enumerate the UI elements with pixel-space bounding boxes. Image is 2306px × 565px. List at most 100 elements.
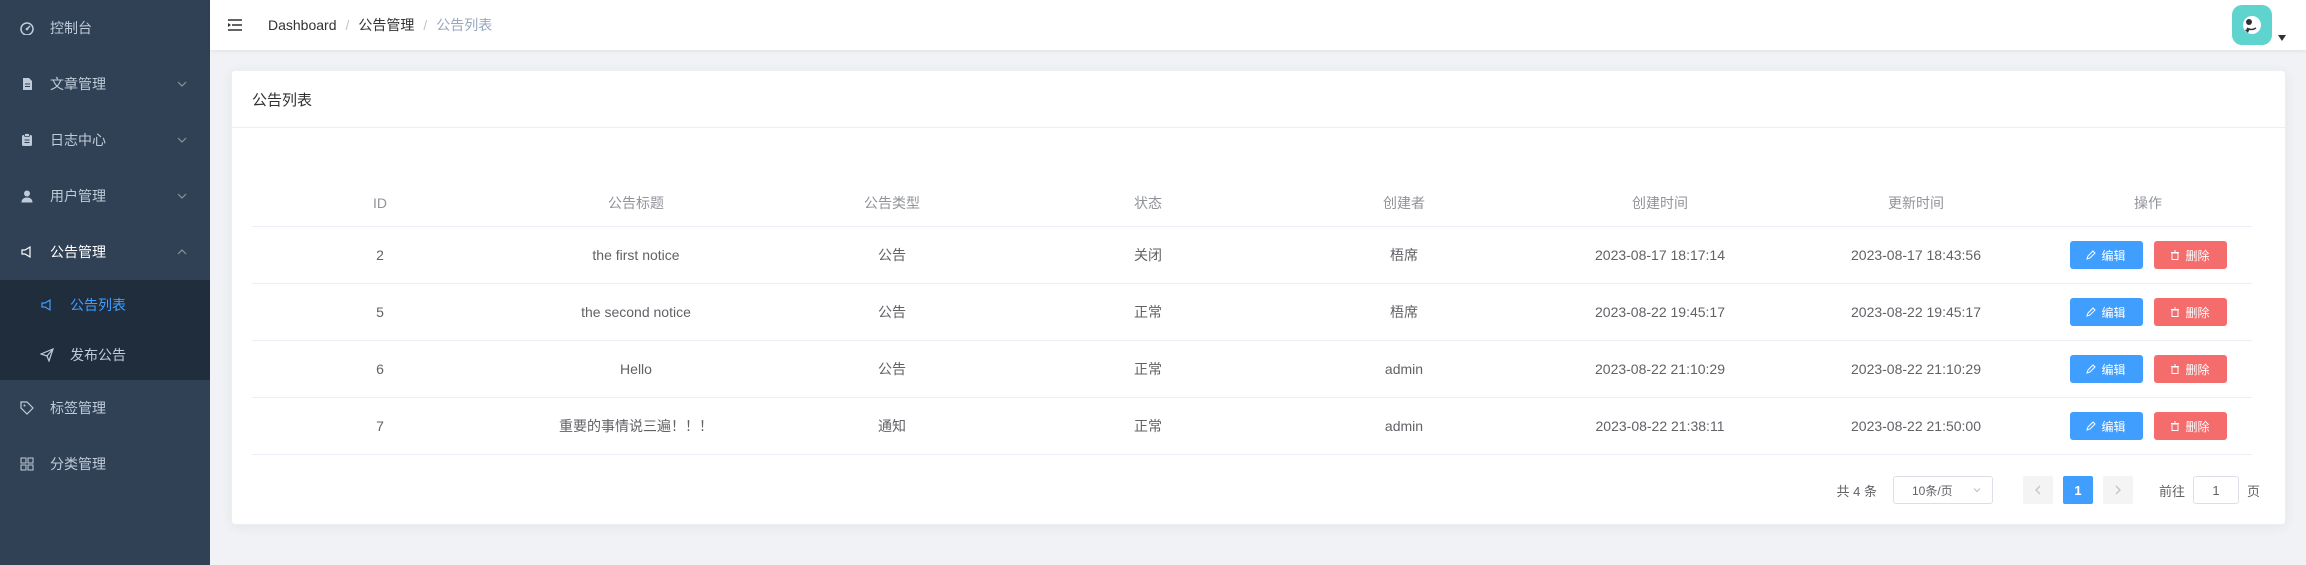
megaphone-icon bbox=[40, 298, 54, 312]
top-navbar: Dashboard / 公告管理 / 公告列表 bbox=[210, 0, 2306, 50]
breadcrumb-notices[interactable]: 公告管理 bbox=[358, 15, 414, 35]
delete-button[interactable]: 删除 bbox=[2153, 412, 2227, 440]
sidebar-item-label: 控制台 bbox=[50, 20, 92, 36]
cell-id: 6 bbox=[376, 361, 384, 377]
sidebar-item-label: 公告管理 bbox=[50, 244, 106, 260]
sidebar-item-tags[interactable]: 标签管理 bbox=[0, 380, 210, 436]
document-icon bbox=[20, 77, 34, 91]
chevron-left-icon bbox=[2035, 485, 2041, 495]
table-row: 2 the first notice 公告 关闭 梧席 2023-08-17 1… bbox=[252, 227, 2252, 284]
cell-title: Hello bbox=[620, 361, 652, 377]
edit-button[interactable]: 编辑 bbox=[2069, 412, 2143, 440]
cell-status: 正常 bbox=[1134, 304, 1162, 320]
delete-button[interactable]: 删除 bbox=[2153, 355, 2227, 383]
delete-button[interactable]: 删除 bbox=[2153, 298, 2227, 326]
megaphone-icon bbox=[20, 245, 34, 259]
column-header: 操作 bbox=[2134, 194, 2162, 211]
table-header: ID 公告标题 公告类型 状态 创建者 创建时间 更新时间 操作 bbox=[252, 179, 2252, 227]
dashboard-icon bbox=[20, 21, 34, 35]
cell-creator: 梧席 bbox=[1390, 304, 1418, 320]
chevron-down-icon bbox=[177, 193, 187, 199]
delete-label: 删除 bbox=[2185, 305, 2210, 320]
sidebar-item-label: 日志中心 bbox=[50, 132, 106, 148]
send-icon bbox=[40, 348, 54, 362]
user-menu[interactable] bbox=[2232, 5, 2286, 45]
cell-updated: 2023-08-22 21:10:29 bbox=[1851, 361, 1981, 377]
sidebar-item-users[interactable]: 用户管理 bbox=[0, 168, 210, 224]
edit-label: 编辑 bbox=[2101, 419, 2126, 434]
card-header: 公告列表 bbox=[232, 71, 2285, 128]
sidebar-item-label: 发布公告 bbox=[70, 347, 126, 363]
edit-button[interactable]: 编辑 bbox=[2069, 298, 2143, 326]
cell-title: the first notice bbox=[592, 247, 680, 263]
cell-creator: admin bbox=[1384, 418, 1424, 434]
cell-updated: 2023-08-22 19:45:17 bbox=[1851, 304, 1981, 320]
delete-label: 删除 bbox=[2185, 419, 2210, 434]
edit-label: 编辑 bbox=[2101, 248, 2126, 263]
edit-button[interactable]: 编辑 bbox=[2069, 355, 2143, 383]
sidebar-item-articles[interactable]: 文章管理 bbox=[0, 56, 210, 112]
delete-button[interactable]: 删除 bbox=[2153, 241, 2227, 269]
cell-status: 正常 bbox=[1134, 418, 1162, 434]
user-icon bbox=[20, 189, 34, 203]
cell-type: 公告 bbox=[878, 247, 906, 263]
edit-label: 编辑 bbox=[2101, 362, 2126, 377]
cell-id: 5 bbox=[376, 304, 384, 320]
notice-list-card: 公告列表 ID 公告标题 公告类型 状态 创建者 创建时间 更新时间 操作 2 … bbox=[231, 70, 2286, 525]
cell-created: 2023-08-22 19:45:17 bbox=[1595, 304, 1725, 320]
column-header: 创建者 bbox=[1383, 194, 1425, 211]
breadcrumb: Dashboard / 公告管理 / 公告列表 bbox=[268, 15, 492, 35]
cell-type: 公告 bbox=[878, 304, 906, 320]
column-header: ID bbox=[373, 194, 387, 211]
cell-created: 2023-08-22 21:38:11 bbox=[1595, 418, 1725, 434]
breadcrumb-separator: / bbox=[423, 17, 428, 33]
sidebar-item-categories[interactable]: 分类管理 bbox=[0, 436, 210, 492]
cell-id: 7 bbox=[376, 418, 384, 434]
log-icon bbox=[20, 133, 34, 147]
chevron-up-icon bbox=[177, 249, 187, 255]
sidebar-item-dashboard[interactable]: 控制台 bbox=[0, 0, 210, 56]
goto-page-input[interactable] bbox=[2192, 476, 2239, 504]
sidebar-item-logs[interactable]: 日志中心 bbox=[0, 112, 210, 168]
edit-button[interactable]: 编辑 bbox=[2069, 241, 2143, 269]
chevron-down-icon bbox=[177, 137, 187, 143]
cell-actions: 编辑 删除 bbox=[2044, 241, 2252, 269]
cell-creator: 梧席 bbox=[1390, 247, 1418, 263]
breadcrumb-dashboard[interactable]: Dashboard bbox=[268, 17, 337, 33]
cell-updated: 2023-08-22 21:50:00 bbox=[1851, 418, 1981, 434]
cell-created: 2023-08-22 21:10:29 bbox=[1595, 361, 1725, 377]
page-number-active[interactable]: 1 bbox=[2062, 476, 2093, 504]
sidebar-item-publish-notice[interactable]: 发布公告 bbox=[0, 330, 210, 380]
goto-suffix: 页 bbox=[2246, 483, 2260, 499]
cell-type: 通知 bbox=[878, 418, 906, 434]
cell-type: 公告 bbox=[878, 361, 906, 377]
cell-title: the second notice bbox=[581, 304, 691, 320]
page-size-select[interactable]: 10条/页 bbox=[1892, 476, 1993, 504]
sidebar-item-notice-list[interactable]: 公告列表 bbox=[0, 280, 210, 330]
notice-table: ID 公告标题 公告类型 状态 创建者 创建时间 更新时间 操作 2 the f… bbox=[252, 179, 2252, 455]
sidebar: 控制台 文章管理 日志中心 用户管理 公告管理 公告列表 发布公告 标签管理 分… bbox=[0, 0, 210, 565]
cell-title: 重要的事情说三遍！！！ bbox=[559, 418, 713, 434]
trash-icon bbox=[2171, 421, 2180, 431]
breadcrumb-separator: / bbox=[345, 17, 350, 33]
cell-actions: 编辑 删除 bbox=[2044, 355, 2252, 383]
hamburger-icon[interactable] bbox=[227, 17, 243, 33]
table-row: 7 重要的事情说三遍！！！ 通知 正常 admin 2023-08-22 21:… bbox=[252, 398, 2252, 455]
table-row: 5 the second notice 公告 正常 梧席 2023-08-22 … bbox=[252, 284, 2252, 341]
sidebar-item-notices[interactable]: 公告管理 bbox=[0, 224, 210, 280]
next-page-button[interactable] bbox=[2102, 476, 2133, 504]
caret-down-icon bbox=[2278, 35, 2286, 41]
sidebar-item-label: 用户管理 bbox=[50, 188, 106, 204]
table-row: 6 Hello 公告 正常 admin 2023-08-22 21:10:29 … bbox=[252, 341, 2252, 398]
goto-prefix: 前往 bbox=[2158, 483, 2185, 499]
avatar[interactable] bbox=[2232, 5, 2272, 45]
card-title: 公告列表 bbox=[252, 91, 313, 109]
sidebar-item-label: 标签管理 bbox=[50, 400, 106, 416]
edit-icon bbox=[2086, 421, 2097, 431]
notices-submenu: 公告列表 发布公告 bbox=[0, 280, 210, 380]
trash-icon bbox=[2171, 250, 2180, 260]
page-jumper: 前往 页 bbox=[2159, 476, 2260, 504]
breadcrumb-current: 公告列表 bbox=[436, 17, 493, 33]
prev-page-button[interactable] bbox=[2022, 476, 2053, 504]
page-size-value: 10条/页 bbox=[1911, 483, 1953, 498]
